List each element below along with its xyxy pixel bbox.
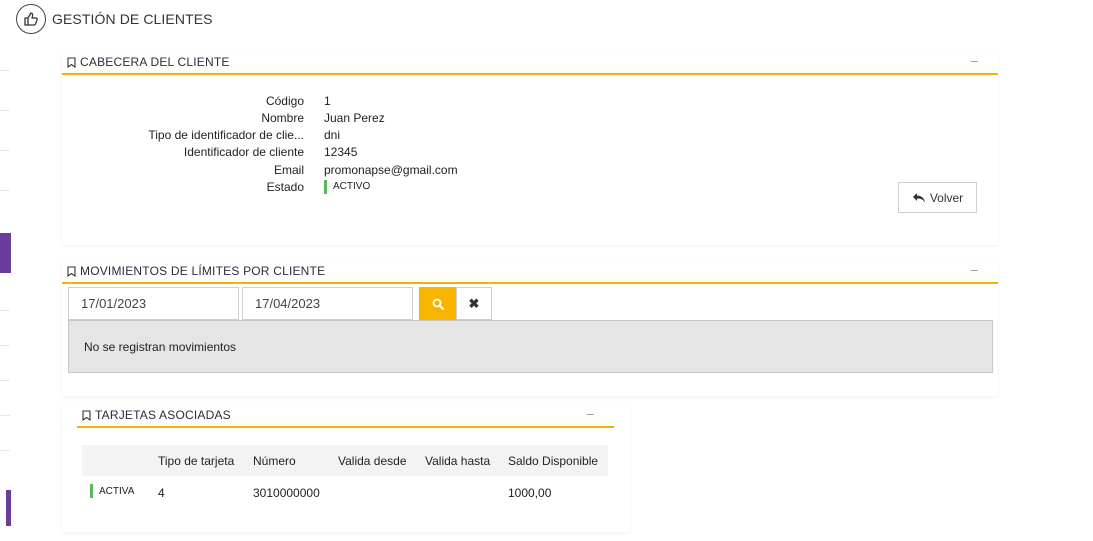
reply-arrow-icon bbox=[912, 192, 925, 203]
rail-divider bbox=[0, 415, 10, 416]
cabecera-panel-header: CABECERA DEL CLIENTE – bbox=[62, 51, 998, 75]
volver-label: Volver bbox=[929, 190, 964, 205]
detail-row-codigo: Código 1 bbox=[62, 92, 331, 109]
detail-value: 12345 bbox=[324, 144, 358, 159]
bookmark-icon bbox=[82, 409, 91, 421]
rail-divider bbox=[0, 70, 10, 71]
rail-divider bbox=[0, 450, 10, 451]
page-title: GESTIÓN DE CLIENTES bbox=[52, 11, 213, 27]
tarjetas-panel: TARJETAS ASOCIADAS – Tipo de tarjeta Núm… bbox=[62, 404, 630, 532]
rail-divider bbox=[0, 150, 10, 151]
search-icon bbox=[432, 298, 444, 310]
cabecera-title: CABECERA DEL CLIENTE bbox=[80, 55, 230, 69]
detail-row-identificador: Identificador de cliente 12345 bbox=[62, 143, 357, 160]
table-row[interactable]: ACTIVA 4 3010000000 1000,00 bbox=[82, 476, 608, 509]
movimientos-title: MOVIMIENTOS DE LÍMITES POR CLIENTE bbox=[80, 264, 326, 278]
detail-label: Identificador de cliente bbox=[183, 144, 304, 159]
date-to-input[interactable] bbox=[242, 287, 413, 320]
column-header: Valida desde bbox=[330, 445, 417, 476]
collapse-button[interactable]: – bbox=[587, 406, 594, 421]
valid-from-cell bbox=[330, 476, 417, 509]
rail-divider bbox=[0, 310, 10, 311]
rail-divider bbox=[0, 190, 10, 191]
status-indicator bbox=[324, 179, 327, 194]
search-button[interactable] bbox=[419, 287, 456, 320]
detail-label: Estado bbox=[266, 179, 304, 194]
detail-row-estado: Estado ACTIVO bbox=[62, 178, 370, 195]
detail-label: Tipo de identificador de clie... bbox=[148, 127, 304, 142]
tarjetas-title: TARJETAS ASOCIADAS bbox=[95, 408, 231, 422]
column-header: Saldo Disponible bbox=[500, 445, 608, 476]
volver-button[interactable]: Volver bbox=[898, 182, 977, 213]
detail-value: Juan Perez bbox=[324, 110, 385, 125]
rail-divider bbox=[0, 345, 10, 346]
movimientos-panel: MOVIMIENTOS DE LÍMITES POR CLIENTE – ✖ N… bbox=[62, 260, 998, 396]
collapse-button[interactable]: – bbox=[971, 53, 978, 68]
status-badge: ACTIVO bbox=[324, 179, 371, 194]
cards-table: Tipo de tarjeta Número Valida desde Vali… bbox=[82, 445, 608, 509]
card-number-cell: 3010000000 bbox=[253, 485, 320, 500]
close-icon: ✖ bbox=[468, 295, 480, 311]
empty-movements-message: No se registran movimientos bbox=[68, 320, 993, 373]
detail-value: dni bbox=[324, 127, 341, 142]
detail-value: 1 bbox=[324, 93, 331, 108]
status-text: ACTIVA bbox=[99, 485, 135, 497]
status-badge: ACTIVA bbox=[90, 484, 134, 498]
detail-row-nombre: Nombre Juan Perez bbox=[62, 109, 385, 126]
thumbs-up-icon bbox=[16, 4, 46, 34]
tarjetas-panel-header: TARJETAS ASOCIADAS – bbox=[77, 404, 614, 428]
sidebar-indicator[interactable] bbox=[6, 490, 11, 526]
status-text: ACTIVO bbox=[333, 181, 371, 192]
detail-row-tipo-identificador: Tipo de identificador de clie... dni bbox=[62, 126, 340, 143]
cabecera-panel: CABECERA DEL CLIENTE – Código 1 Nombre J… bbox=[62, 51, 998, 245]
detail-label: Nombre bbox=[261, 110, 304, 125]
column-header bbox=[82, 445, 150, 476]
bookmark-icon bbox=[67, 265, 76, 277]
detail-row-email: Email promonapse@gmail.com bbox=[62, 161, 458, 178]
rail-divider bbox=[0, 110, 10, 111]
detail-label: Email bbox=[273, 162, 304, 177]
detail-value: promonapse@gmail.com bbox=[324, 162, 458, 177]
status-indicator bbox=[90, 484, 93, 498]
valid-to-cell bbox=[417, 476, 500, 509]
empty-message-text: No se registran movimientos bbox=[84, 339, 237, 354]
detail-label: Código bbox=[265, 93, 304, 108]
card-status-cell: ACTIVA bbox=[82, 476, 150, 509]
column-header: Valida hasta bbox=[417, 445, 500, 476]
column-header: Número bbox=[245, 445, 330, 476]
movimientos-panel-header: MOVIMIENTOS DE LÍMITES POR CLIENTE – bbox=[62, 260, 998, 284]
table-header-row: Tipo de tarjeta Número Valida desde Vali… bbox=[82, 445, 608, 476]
collapse-button[interactable]: – bbox=[971, 262, 978, 277]
rail-divider bbox=[0, 380, 10, 381]
clear-button[interactable]: ✖ bbox=[456, 287, 492, 320]
sidebar-active-indicator[interactable] bbox=[0, 233, 11, 273]
date-from-input[interactable] bbox=[68, 287, 239, 320]
card-type-cell: 4 bbox=[158, 485, 165, 500]
column-header: Tipo de tarjeta bbox=[150, 445, 245, 476]
page-header: GESTIÓN DE CLIENTES bbox=[16, 3, 213, 35]
bookmark-icon bbox=[67, 56, 76, 68]
balance-cell: 1000,00 bbox=[508, 485, 552, 500]
